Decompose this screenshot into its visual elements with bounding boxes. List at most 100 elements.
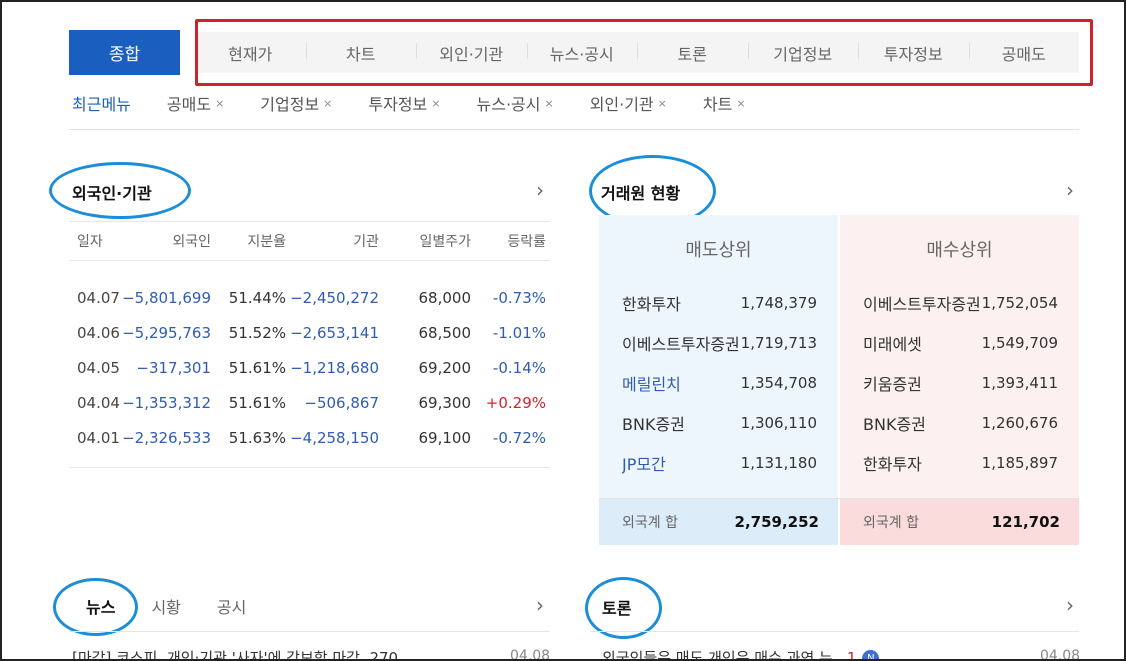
tab-summary[interactable]: 종합 <box>69 30 180 75</box>
page-frame: 종합 현재가 차트 외인·기관 뉴스·공시 토론 기업정보 투자정보 공매도 최… <box>0 0 1126 661</box>
divider <box>69 631 550 632</box>
header-daily-price: 일별주가 <box>419 234 471 250</box>
cell-change: -0.73% <box>492 288 546 307</box>
close-icon[interactable]: × <box>736 97 745 110</box>
cell-date: 04.04 <box>77 393 120 412</box>
cell-institution: −506,867 <box>304 393 379 412</box>
broker-volume: 1,354,708 <box>740 374 817 392</box>
recent-item[interactable]: 외인·기관 × <box>590 91 667 115</box>
discussion-section-title[interactable]: 토론 <box>602 595 631 619</box>
list-item: BNK증권 1,306,110 <box>599 403 838 443</box>
header-institution: 기관 <box>353 234 379 250</box>
discussion-date: 04.08 <box>1040 648 1081 661</box>
recent-item-label: 뉴스·공시 <box>476 95 541 114</box>
recent-item[interactable]: 공매도 × <box>167 91 224 115</box>
sell-top-header: 매도상위 <box>685 240 752 261</box>
close-icon[interactable]: × <box>323 97 332 110</box>
recent-item[interactable]: 차트 × <box>703 91 746 115</box>
cell-price: 68,500 <box>418 323 472 342</box>
cell-change: +0.29% <box>485 393 546 412</box>
discussion-headline-link[interactable]: 외국인들은 매도 개인은 매수 과연 누 <box>602 649 833 659</box>
sum-value: 121,702 <box>991 513 1060 531</box>
tab-chart[interactable]: 차트 <box>305 41 417 65</box>
list-item: 한화투자 1,748,379 <box>599 283 838 323</box>
header-ratio: 지분율 <box>247 234 286 250</box>
close-icon[interactable]: × <box>544 97 553 110</box>
cell-institution: −2,450,272 <box>290 288 379 307</box>
chevron-right-icon[interactable]: › <box>1066 178 1074 202</box>
cell-ratio: 51.61% <box>228 393 286 412</box>
new-badge-icon: N <box>862 650 880 659</box>
broker-volume: 1,260,676 <box>981 414 1058 432</box>
buy-top-header: 매수상위 <box>926 240 993 261</box>
cell-foreign: −317,301 <box>136 358 211 377</box>
recent-menu-label: 최근메뉴 <box>72 95 131 114</box>
broker-volume: 1,748,379 <box>740 294 817 312</box>
cell-ratio: 51.61% <box>228 358 286 377</box>
list-item: 메릴린치 1,354,708 <box>599 363 838 403</box>
divider <box>599 498 1079 499</box>
close-icon[interactable]: × <box>658 97 667 110</box>
buy-top-column: 매수상위 이베스트투자증권 1,752,054 미래에셋 1,549,709 키움증권 1… <box>840 215 1079 545</box>
cell-institution: −1,218,680 <box>290 358 379 377</box>
list-item: 미래에셋 1,549,709 <box>840 323 1079 363</box>
broker-volume: 1,752,054 <box>981 294 1058 312</box>
sum-value: 2,759,252 <box>734 513 819 531</box>
broker-section-title[interactable]: 거래원 현황 <box>601 180 680 204</box>
table-header: 일자 외국인 지분율 기관 일별주가 등락률 <box>69 221 550 261</box>
close-icon[interactable]: × <box>431 97 440 110</box>
chevron-right-icon[interactable]: › <box>536 593 544 617</box>
cell-change: -1.01% <box>492 323 546 342</box>
cell-date: 04.06 <box>77 323 120 342</box>
top-tab-bar: 현재가 차트 외인·기관 뉴스·공시 토론 기업정보 투자정보 공매도 <box>195 32 1079 73</box>
tab-foreign-institution[interactable]: 외인·기관 <box>416 41 527 65</box>
foreign-section-title[interactable]: 외국인·기관 <box>72 180 152 204</box>
tab-disclosure[interactable]: 공시 <box>217 594 246 618</box>
tab-current-price[interactable]: 현재가 <box>195 41 306 65</box>
chevron-right-icon[interactable]: › <box>1066 593 1074 617</box>
cell-ratio: 51.44% <box>228 288 286 307</box>
tab-company-info[interactable]: 기업정보 <box>747 41 859 65</box>
cell-change: -0.72% <box>492 428 546 447</box>
header-foreign: 외국인 <box>172 234 211 250</box>
list-item: 한화투자 1,185,897 <box>840 443 1079 483</box>
broker-volume: 1,719,713 <box>740 334 817 352</box>
tab-investment-info[interactable]: 투자정보 <box>858 41 969 65</box>
tab-news-disclosure[interactable]: 뉴스·공시 <box>526 41 638 65</box>
cell-ratio: 51.52% <box>228 323 286 342</box>
tab-news[interactable]: 뉴스 <box>86 594 115 618</box>
recent-item-label: 외인·기관 <box>589 95 654 114</box>
broker-name: JP모간 <box>622 455 666 474</box>
news-headline-link[interactable]: [마감] 코스피, 개인·기관 '사자'에 강보합 마감, 270 <box>72 647 398 659</box>
close-icon[interactable]: × <box>215 97 224 110</box>
broker-name: 키움증권 <box>863 375 922 394</box>
recent-menu: 최근메뉴 공매도 × 기업정보 × 투자정보 × 뉴스·공시 × 외인·기관 × 차트 × <box>72 90 782 116</box>
cell-date: 04.01 <box>77 428 120 447</box>
broker-volume: 1,549,709 <box>981 334 1058 352</box>
comment-count: 1 <box>846 649 857 661</box>
cell-date: 04.07 <box>77 288 120 307</box>
header-change-rate: 등락률 <box>507 234 546 250</box>
broker-name: 이베스트투자증권 <box>622 335 740 354</box>
tab-short-selling[interactable]: 공매도 <box>968 41 1080 65</box>
broker-name: BNK증권 <box>622 415 685 434</box>
tab-discussion[interactable]: 토론 <box>637 41 748 65</box>
cell-price: 69,100 <box>418 428 472 447</box>
sum-label: 외국계 합 <box>622 515 678 531</box>
chevron-right-icon[interactable]: › <box>536 178 544 202</box>
cell-ratio: 51.63% <box>228 428 286 447</box>
discussion-post[interactable]: 외국인들은 매도 개인은 매수 과연 누 1N <box>602 647 880 661</box>
list-item: 키움증권 1,393,411 <box>840 363 1079 403</box>
sell-foreign-sum: 외국계 합 2,759,252 <box>599 499 838 545</box>
broker-volume: 1,131,180 <box>740 454 817 472</box>
table-body: 04.07 −5,801,699 51.44% −2,450,272 68,000 -0.… <box>69 261 550 468</box>
recent-item[interactable]: 기업정보 × <box>260 91 332 115</box>
divider <box>69 129 1079 130</box>
recent-item[interactable]: 뉴스·공시 × <box>477 91 554 115</box>
tab-market[interactable]: 시황 <box>151 594 180 618</box>
news-tabs: 뉴스 시황 공시 <box>86 594 282 618</box>
recent-item-label: 차트 <box>702 95 733 114</box>
recent-item[interactable]: 투자정보 × <box>368 91 440 115</box>
broker-volume: 1,185,897 <box>981 454 1058 472</box>
broker-name: BNK증권 <box>863 415 926 434</box>
